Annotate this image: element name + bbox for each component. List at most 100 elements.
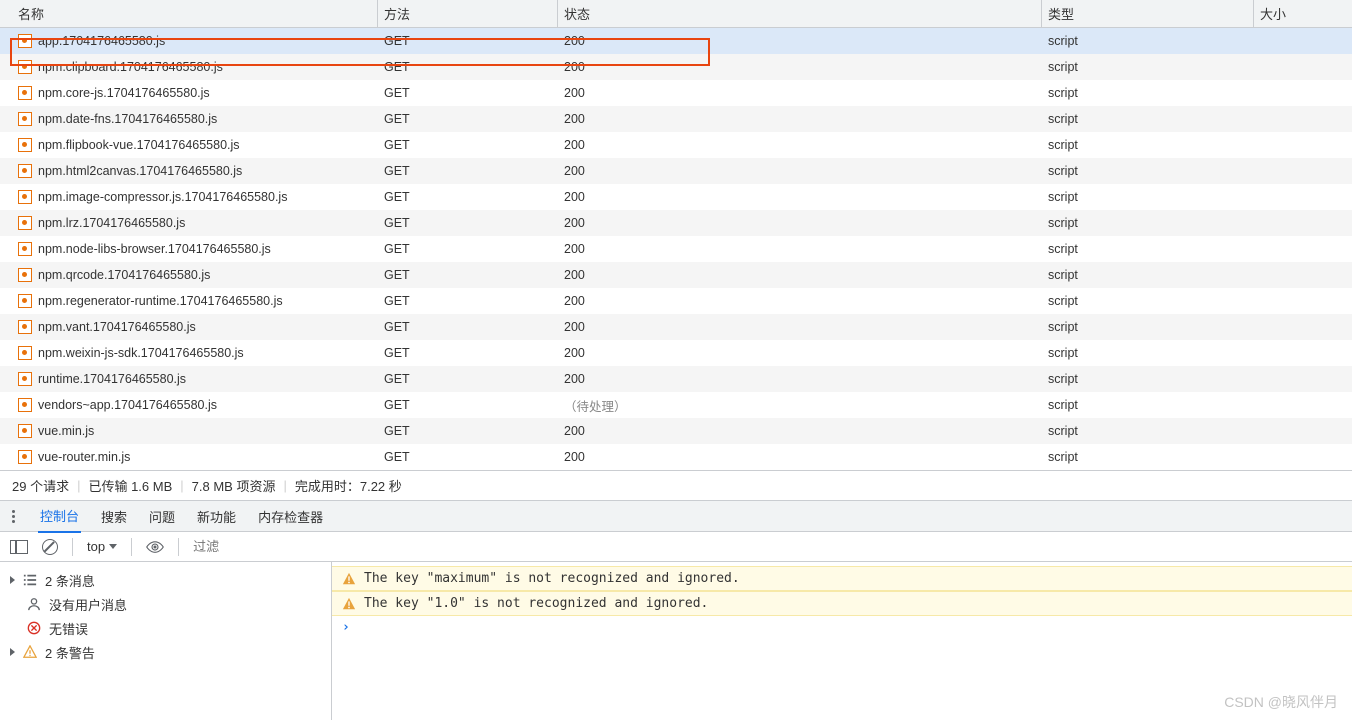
- row-name-text: npm.html2canvas.1704176465580.js: [38, 164, 242, 178]
- sidebar-warnings[interactable]: 2 条警告: [0, 640, 331, 664]
- row-method: GET: [378, 164, 558, 178]
- script-icon: [18, 60, 32, 74]
- table-row[interactable]: vendors~app.1704176465580.jsGET（待处理）scri…: [0, 392, 1352, 418]
- sidebar-messages[interactable]: 2 条消息: [0, 568, 331, 592]
- row-method: GET: [378, 424, 558, 438]
- row-status: 200: [558, 60, 1042, 74]
- row-type: script: [1042, 242, 1254, 256]
- col-header-type[interactable]: 类型: [1042, 0, 1254, 27]
- expand-icon: [10, 648, 15, 656]
- row-status: 200: [558, 164, 1042, 178]
- row-type: script: [1042, 346, 1254, 360]
- col-header-size[interactable]: 大小: [1254, 0, 1352, 27]
- row-status: 200: [558, 320, 1042, 334]
- script-icon: [18, 138, 32, 152]
- console-body: 2 条消息 没有用户消息 无错误 2 条警告 The key "maximum"…: [0, 562, 1352, 720]
- row-type: script: [1042, 320, 1254, 334]
- row-type: script: [1042, 450, 1254, 464]
- table-row[interactable]: runtime.1704176465580.jsGET200script: [0, 366, 1352, 392]
- row-status: 200: [558, 424, 1042, 438]
- script-icon: [18, 398, 32, 412]
- sidebar-errors[interactable]: 无错误: [0, 616, 331, 640]
- table-header: 名称 方法 状态 类型 大小: [0, 0, 1352, 28]
- filter-input[interactable]: [193, 539, 393, 554]
- status-transferred: 已传输 1.6 MB: [88, 476, 172, 495]
- tab-issues[interactable]: 问题: [147, 501, 177, 532]
- script-icon: [18, 216, 32, 230]
- eye-icon[interactable]: [146, 541, 164, 553]
- table-row[interactable]: npm.weixin-js-sdk.1704176465580.jsGET200…: [0, 340, 1352, 366]
- console-warning[interactable]: The key "maximum" is not recognized and …: [332, 566, 1352, 591]
- tab-memory[interactable]: 内存检查器: [256, 501, 325, 532]
- row-status: （待处理）: [558, 396, 1042, 415]
- console-warning[interactable]: The key "1.0" is not recognized and igno…: [332, 591, 1352, 616]
- row-name-text: app.1704176465580.js: [38, 34, 165, 48]
- row-method: GET: [378, 34, 558, 48]
- table-row[interactable]: vue.min.jsGET200script: [0, 418, 1352, 444]
- row-status: 200: [558, 138, 1042, 152]
- user-icon: [27, 597, 41, 611]
- row-name-text: npm.regenerator-runtime.1704176465580.js: [38, 294, 283, 308]
- script-icon: [18, 164, 32, 178]
- table-row[interactable]: app.1704176465580.jsGET200script: [0, 28, 1352, 54]
- script-icon: [18, 190, 32, 204]
- col-header-name[interactable]: 名称: [0, 0, 378, 27]
- row-status: 200: [558, 112, 1042, 126]
- row-type: script: [1042, 112, 1254, 126]
- warning-icon: [23, 645, 37, 659]
- clear-console-icon[interactable]: [42, 539, 58, 555]
- row-method: GET: [378, 268, 558, 282]
- row-method: GET: [378, 216, 558, 230]
- warning-icon: [342, 597, 356, 611]
- tab-console[interactable]: 控制台: [38, 500, 81, 533]
- table-row[interactable]: npm.html2canvas.1704176465580.js GET200sc…: [0, 158, 1352, 184]
- row-type: script: [1042, 34, 1254, 48]
- row-method: GET: [378, 60, 558, 74]
- row-name-text: vendors~app.1704176465580.js: [38, 398, 217, 412]
- error-icon: [27, 621, 41, 635]
- table-row[interactable]: npm.vant.1704176465580.jsGET200script: [0, 314, 1352, 340]
- tab-search[interactable]: 搜索: [99, 501, 129, 532]
- row-type: script: [1042, 216, 1254, 230]
- sidebar-toggle-icon[interactable]: [10, 540, 28, 554]
- row-name-text: runtime.1704176465580.js: [38, 372, 186, 386]
- table-row[interactable]: npm.lrz.1704176465580.jsGET200script: [0, 210, 1352, 236]
- row-status: 200: [558, 346, 1042, 360]
- list-icon: [23, 573, 37, 587]
- row-method: GET: [378, 450, 558, 464]
- status-requests: 29 个请求: [12, 476, 69, 495]
- table-row[interactable]: npm.image-compressor.js.1704176465580.js…: [0, 184, 1352, 210]
- table-row[interactable]: npm.clipboard.1704176465580.jsGET200scri…: [0, 54, 1352, 80]
- row-type: script: [1042, 164, 1254, 178]
- table-row[interactable]: npm.core-js.1704176465580.jsGET200script: [0, 80, 1352, 106]
- script-icon: [18, 424, 32, 438]
- tab-whatsnew[interactable]: 新功能: [195, 501, 238, 532]
- row-type: script: [1042, 60, 1254, 74]
- col-header-status[interactable]: 状态: [558, 0, 1042, 27]
- row-method: GET: [378, 112, 558, 126]
- row-name-text: vue-router.min.js: [38, 450, 130, 464]
- table-row[interactable]: vue-router.min.jsGET200script: [0, 444, 1352, 470]
- table-row[interactable]: npm.flipbook-vue.1704176465580.jsGET200s…: [0, 132, 1352, 158]
- script-icon: [18, 34, 32, 48]
- sidebar-user-messages[interactable]: 没有用户消息: [0, 592, 331, 616]
- table-row[interactable]: npm.date-fns.1704176465580.jsGET200scrip…: [0, 106, 1352, 132]
- table-row[interactable]: npm.qrcode.1704176465580.jsGET200script: [0, 262, 1352, 288]
- table-row[interactable]: npm.regenerator-runtime.1704176465580.js…: [0, 288, 1352, 314]
- row-type: script: [1042, 398, 1254, 412]
- row-name-text: npm.vant.1704176465580.js: [38, 320, 196, 334]
- row-name-text: vue.min.js: [38, 424, 94, 438]
- col-header-method[interactable]: 方法: [378, 0, 558, 27]
- table-row[interactable]: npm.node-libs-browser.1704176465580.jsGE…: [0, 236, 1352, 262]
- console-prompt[interactable]: ›: [332, 616, 1352, 639]
- drawer-tabs: 控制台 搜索 问题 新功能 内存检查器: [0, 500, 1352, 532]
- context-selector[interactable]: top: [87, 539, 117, 554]
- row-name-text: npm.node-libs-browser.1704176465580.js: [38, 242, 271, 256]
- row-name-text: npm.weixin-js-sdk.1704176465580.js: [38, 346, 244, 360]
- row-type: script: [1042, 268, 1254, 282]
- row-method: GET: [378, 86, 558, 100]
- status-resources: 7.8 MB 项资源: [192, 476, 276, 495]
- table-body: app.1704176465580.jsGET200scriptnpm.clip…: [0, 28, 1352, 470]
- row-type: script: [1042, 190, 1254, 204]
- more-tabs-icon[interactable]: [6, 510, 20, 523]
